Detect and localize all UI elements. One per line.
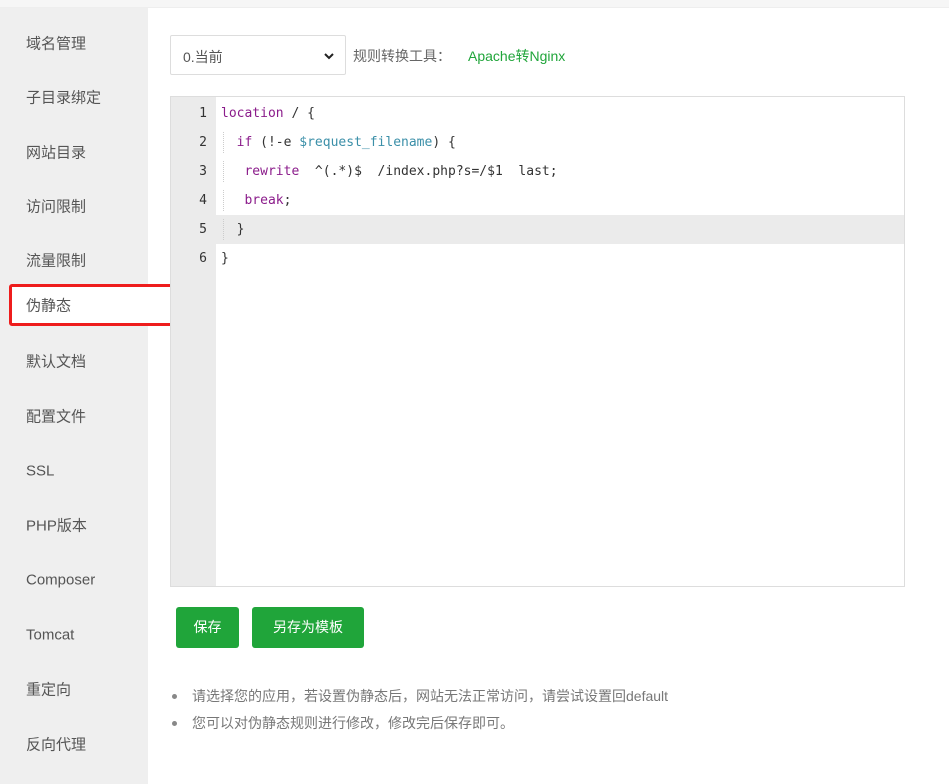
code-line-active: 5 } [171, 215, 904, 244]
save-button[interactable]: 保存 [176, 607, 239, 648]
note-item: 您可以对伪静态规则进行修改，修改完后保存即可。 [172, 713, 668, 740]
sidebar-item-ssl[interactable]: SSL [0, 444, 148, 498]
sidebar-item-label: PHP版本 [26, 517, 87, 535]
code-text: rewrite ^(.*)$ /index.php?s=/$1 last; [244, 164, 558, 179]
apache-to-nginx-link[interactable]: Apache转Nginx [468, 46, 565, 66]
sidebar-item-label: 域名管理 [26, 35, 87, 53]
code-text: location / { [221, 106, 315, 121]
code-line: 4 break; [171, 186, 904, 215]
convert-tool-label: 规则转换工具： [353, 48, 451, 64]
top-strip [0, 0, 949, 8]
bullet-icon [172, 721, 177, 726]
note-text: 您可以对伪静态规则进行修改，修改完后保存即可。 [192, 715, 514, 731]
sidebar-item-default-doc[interactable]: 默认文档 [0, 334, 148, 388]
code-line: 2 if (!-e $request_filename) { [171, 128, 904, 157]
line-number: 2 [199, 135, 207, 150]
sidebar-item-tomcat[interactable]: Tomcat [0, 608, 148, 662]
line-number: 6 [199, 251, 207, 266]
sidebar-item-domain[interactable]: 域名管理 [0, 16, 148, 70]
sidebar-item-label: 子目录绑定 [26, 89, 102, 107]
note-text: 请选择您的应用，若设置伪静态后，网站无法正常访问，请尝试设置回default [192, 688, 669, 704]
sidebar-item-label: 网站目录 [26, 144, 87, 162]
sidebar-item-label: SSL [26, 462, 55, 480]
sidebar-item-site-dir[interactable]: 网站目录 [0, 125, 148, 179]
sidebar-item-reverse-proxy[interactable]: 反向代理 [0, 717, 148, 771]
sidebar-item-label: 伪静态 [26, 297, 72, 315]
sidebar-item-rewrite[interactable]: 伪静态 [9, 284, 175, 326]
save-as-template-button[interactable]: 另存为模板 [252, 607, 364, 648]
sidebar: 域名管理 子目录绑定 网站目录 访问限制 流量限制 伪静态 默认文档 配置文件 … [0, 8, 175, 784]
bullet-icon [172, 694, 177, 699]
code-text: break; [244, 193, 292, 208]
sidebar-item-label: 流量限制 [26, 252, 87, 270]
sidebar-item-config-file[interactable]: 配置文件 [0, 389, 148, 443]
template-select-value: 0.当前 [183, 49, 223, 65]
sidebar-item-label: 重定向 [26, 681, 72, 699]
code-line: 1 location / { [171, 99, 904, 128]
sidebar-item-label: 默认文档 [26, 353, 87, 371]
code-text: if (!-e $request_filename) { [236, 135, 456, 150]
sidebar-item-label: 反向代理 [26, 736, 87, 754]
sidebar-item-label: Composer [26, 571, 96, 589]
line-number: 3 [199, 164, 207, 179]
help-notes: 请选择您的应用，若设置伪静态后，网站无法正常访问，请尝试设置回default 您… [172, 686, 668, 740]
code-text: } [221, 251, 229, 266]
sidebar-item-label: 配置文件 [26, 408, 87, 426]
chevron-down-icon [323, 46, 335, 69]
sidebar-item-traffic-limit[interactable]: 流量限制 [0, 233, 148, 287]
sidebar-item-subdir[interactable]: 子目录绑定 [0, 70, 148, 124]
code-line: 6 } [171, 244, 904, 273]
template-select[interactable]: 0.当前 [170, 35, 346, 75]
sidebar-item-label: Tomcat [26, 626, 75, 644]
sidebar-item-label: 访问限制 [26, 198, 87, 216]
line-number: 4 [199, 193, 207, 208]
code-text: } [221, 222, 245, 237]
note-item: 请选择您的应用，若设置伪静态后，网站无法正常访问，请尝试设置回default [172, 686, 668, 713]
sidebar-item-redirect[interactable]: 重定向 [0, 662, 148, 716]
sidebar-item-access-limit[interactable]: 访问限制 [0, 179, 148, 233]
code-line: 3 rewrite ^(.*)$ /index.php?s=/$1 last; [171, 157, 904, 186]
sidebar-item-composer[interactable]: Composer [0, 553, 148, 607]
line-number: 5 [199, 222, 207, 237]
line-number: 1 [199, 106, 207, 121]
code-editor[interactable]: 1 location / { 2 if (!-e $request_filena… [170, 96, 905, 587]
sidebar-item-php-version[interactable]: PHP版本 [0, 498, 148, 552]
